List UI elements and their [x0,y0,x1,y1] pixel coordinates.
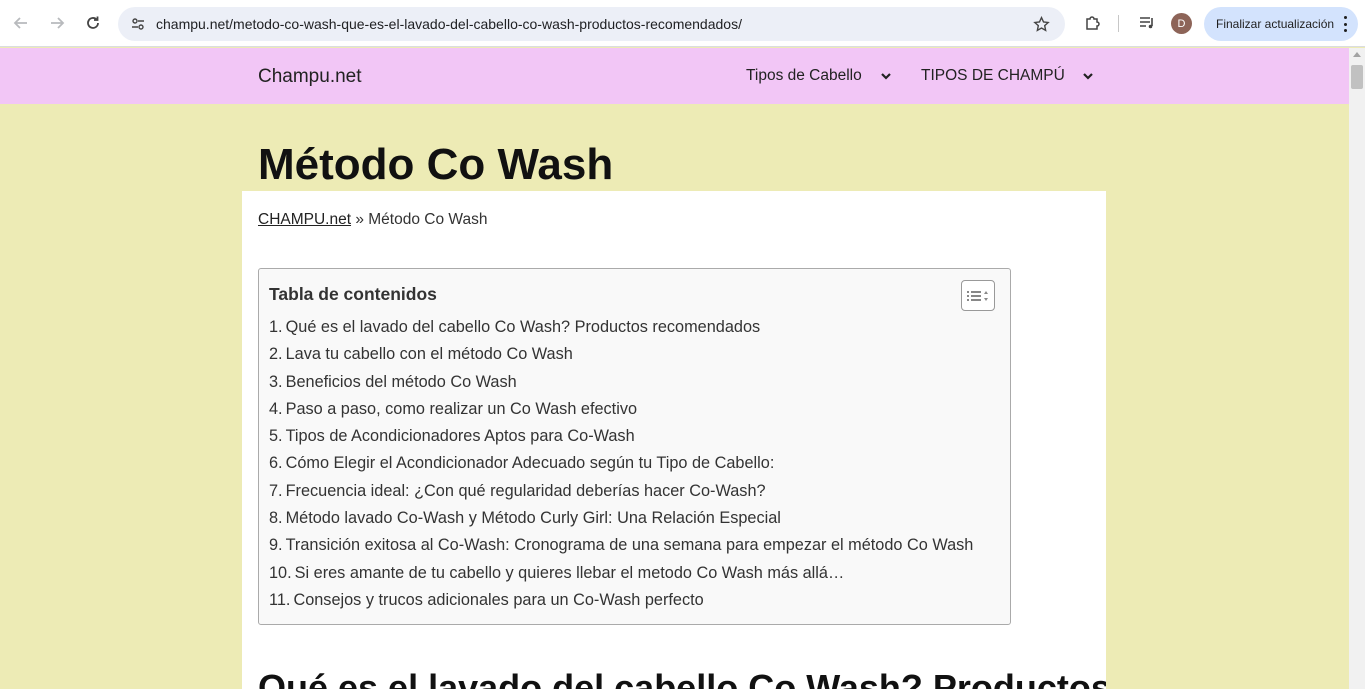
toc-item[interactable]: 3. Beneficios del método Co Wash [269,369,973,396]
forward-button[interactable] [43,9,71,37]
toc-item-number: 6. [269,454,283,473]
chevron-down-icon [880,73,891,80]
toc-item-number: 8. [269,509,283,528]
toc-item[interactable]: 8. Método lavado Co-Wash y Método Curly G… [269,505,973,532]
menu-item-tipos-de-champu[interactable]: TIPOS DE CHAMPÚ [921,67,1093,85]
puzzle-icon [1086,16,1100,30]
toc-item-number: 2. [269,345,283,364]
toc-item[interactable]: 7. Frecuencia ideal: ¿Con qué regularidad… [269,478,973,505]
url-text[interactable]: champu.net/metodo-co-wash-que-es-el-lava… [156,7,742,41]
chevron-down-icon [1083,73,1093,80]
toc-item[interactable]: 5. Tipos de Acondicionadores Aptos para C… [269,423,973,450]
more-menu-icon[interactable] [1344,16,1348,32]
toc-item-number: 9. [269,536,283,555]
toc-item[interactable]: 10. Si eres amante de tu cabello y quiere… [269,560,973,587]
list-toggle-icon [967,290,988,301]
toc-item-link[interactable]: Lava tu cabello con el método Co Wash [286,345,573,363]
toc-item-number: 1. [269,318,283,336]
breadcrumb-separator: » [351,211,369,228]
toc-item-link[interactable]: Cómo Elegir el Acondicionador Adecuado s… [286,454,775,472]
media-queue-icon [1140,17,1153,29]
arrow-right-icon [51,17,65,29]
toc-item[interactable]: 11. Consejos y trucos adicionales para un… [269,587,973,614]
reload-button[interactable] [79,9,107,37]
toolbar-divider [1118,15,1119,32]
toc-item[interactable]: 4. Paso a paso, como realizar un Co Wash … [269,396,973,423]
toc-item[interactable]: 6. Cómo Elegir el Acondicionador Adecuado… [269,450,973,477]
toc-item-link[interactable]: Qué es el lavado del cabello Co Wash? Pr… [286,318,761,336]
toc-item-number: 3. [269,372,283,391]
breadcrumb-home-link[interactable]: CHAMPU.net [258,211,351,228]
toc-item-link[interactable]: Beneficios del método Co Wash [286,373,517,391]
bookmark-star-icon[interactable] [1029,12,1053,36]
toc-item-link[interactable]: Tipos de Acondicionadores Aptos para Co-… [286,427,635,445]
section-heading: Qué es el lavado del cabello Co Wash? Pr… [258,667,1106,689]
menu-item-label: Tipos de Cabello [746,67,862,84]
toc-item-link[interactable]: Frecuencia ideal: ¿Con qué regularidad d… [286,482,766,500]
table-of-contents: Tabla de contenidos 1. Qué es el lavado d… [258,268,1011,625]
toc-item[interactable]: 9. Transición exitosa al Co-Wash: Cronogr… [269,532,973,559]
toc-item-link[interactable]: Consejos y trucos adicionales para un Co… [293,591,703,609]
article-content: CHAMPU.net » Método Co Wash Tabla de con… [242,191,1106,689]
site-title-link[interactable]: Champu.net [258,66,362,88]
update-button-label: Finalizar actualización [1216,17,1335,31]
browser-toolbar: champu.net/metodo-co-wash-que-es-el-lava… [0,0,1365,47]
arrow-left-icon [13,17,27,29]
profile-avatar[interactable]: D [1171,13,1192,34]
toc-toggle-button[interactable] [961,280,995,311]
toc-item-number: 10. [269,563,292,582]
finish-update-button[interactable]: Finalizar actualización [1204,7,1358,41]
toc-item-link[interactable]: Método lavado Co-Wash y Método Curly Gir… [286,509,781,527]
site-header: Champu.net Tipos de Cabello TIPOS DE CHA… [0,48,1349,104]
reload-icon [87,16,99,29]
toc-title: Tabla de contenidos [269,284,437,304]
toc-item-number: 4. [269,399,283,418]
scroll-thumb[interactable] [1351,65,1363,89]
scroll-up-arrow-icon[interactable] [1353,52,1361,57]
menu-item-tipos-de-cabello[interactable]: Tipos de Cabello [746,67,891,85]
toc-item-link[interactable]: Paso a paso, como realizar un Co Wash ef… [286,400,637,418]
back-button[interactable] [7,9,35,37]
toc-item-number: 5. [269,427,283,446]
toc-item-link[interactable]: Si eres amante de tu cabello y quieres l… [295,564,845,582]
toc-list: 1. Qué es el lavado del cabello Co Wash? … [269,314,973,614]
toc-item[interactable]: 2. Lava tu cabello con el método Co Wash [269,341,973,368]
breadcrumb: CHAMPU.net » Método Co Wash [258,211,487,229]
menu-item-label: TIPOS DE CHAMPÚ [921,67,1065,84]
toc-item-number: 7. [269,481,283,500]
breadcrumb-current: Método Co Wash [368,211,488,228]
media-controls-button[interactable] [1134,10,1160,36]
toc-item-link[interactable]: Transición exitosa al Co-Wash: Cronogram… [286,536,974,554]
toc-item-number: 11. [269,590,291,609]
site-info-icon[interactable] [126,12,150,36]
page-scrollbar[interactable] [1349,48,1365,689]
extensions-button[interactable] [1080,10,1106,36]
address-bar[interactable]: champu.net/metodo-co-wash-que-es-el-lava… [118,7,1065,41]
page-title: Método Co Wash [258,140,614,189]
toc-item[interactable]: 1. Qué es el lavado del cabello Co Wash? … [269,314,973,341]
